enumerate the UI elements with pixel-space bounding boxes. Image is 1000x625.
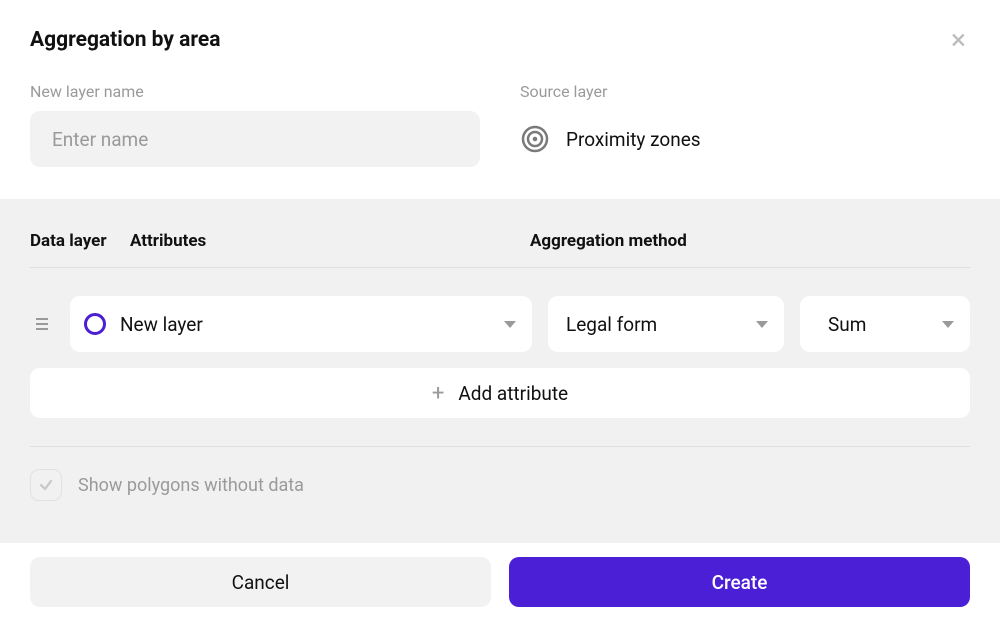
attribute-select[interactable]: Legal form [548, 296, 784, 352]
close-icon: × [951, 23, 966, 56]
column-header-attributes: Attributes [130, 231, 520, 251]
attribute-row: New layer Legal form Sum [30, 296, 970, 352]
data-layer-select[interactable]: New layer [70, 296, 532, 352]
modal-title: Aggregation by area [30, 28, 221, 52]
column-header-aggregation-method: Aggregation method [530, 231, 970, 251]
aggregation-method-value: Sum [828, 313, 866, 336]
plus-icon: + [432, 381, 444, 406]
close-button[interactable]: × [947, 22, 970, 58]
check-icon [38, 477, 54, 493]
data-layer-value: New layer [120, 313, 203, 336]
cancel-button[interactable]: Cancel [30, 557, 491, 607]
add-attribute-label: Add attribute [458, 382, 568, 405]
create-button[interactable]: Create [509, 557, 970, 607]
chevron-down-icon [756, 321, 768, 328]
target-icon [520, 124, 550, 154]
new-layer-name-input[interactable] [30, 111, 480, 167]
chevron-down-icon [504, 321, 516, 328]
divider [30, 446, 970, 447]
show-polygons-label: Show polygons without data [78, 475, 304, 496]
drag-handle[interactable] [30, 316, 54, 332]
column-header-data-layer: Data layer [30, 231, 120, 251]
new-layer-name-label: New layer name [30, 82, 480, 101]
source-layer-label: Source layer [520, 82, 970, 101]
show-polygons-checkbox[interactable] [30, 469, 62, 501]
chevron-down-icon [942, 321, 954, 328]
add-attribute-button[interactable]: + Add attribute [30, 368, 970, 418]
aggregation-method-select[interactable]: Sum [800, 296, 970, 352]
source-layer-value: Proximity zones [566, 128, 701, 151]
layer-ring-icon [84, 313, 106, 335]
attribute-value: Legal form [566, 313, 657, 336]
